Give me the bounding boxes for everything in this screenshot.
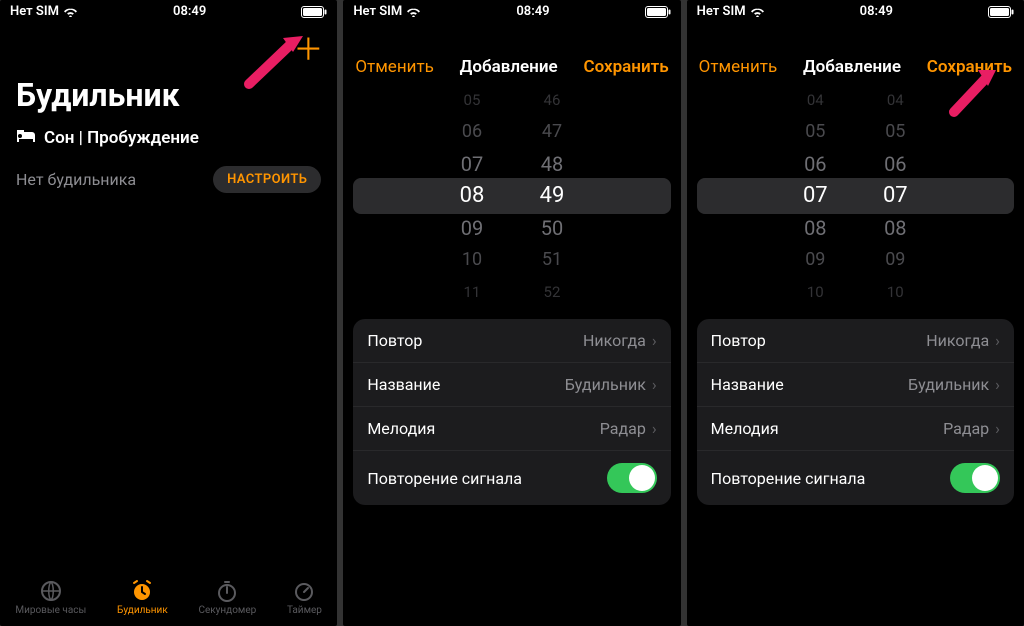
- modal-title: Добавление: [460, 57, 558, 77]
- status-bar: Нет SIM 08:49: [343, 0, 680, 21]
- battery-icon: [645, 6, 671, 18]
- carrier-label: Нет SIM: [697, 4, 746, 19]
- tab-alarm[interactable]: Будильник: [117, 579, 168, 616]
- battery-icon: [301, 6, 327, 18]
- alarm-settings-list: Повтор Никогда› Название Будильник› Мело…: [353, 319, 670, 505]
- snooze-row: Повторение сигнала: [697, 451, 1014, 505]
- page-title: Будильник: [0, 21, 337, 124]
- tab-stopwatch[interactable]: Секундомер: [198, 579, 256, 616]
- name-row[interactable]: Название Будильник›: [697, 363, 1014, 407]
- tab-bar: Мировые часы Будильник Секундомер Таймер: [0, 573, 337, 626]
- modal-title: Добавление: [803, 57, 901, 77]
- setup-button[interactable]: НАСТРОИТЬ: [213, 166, 321, 193]
- picker-selection-band: [353, 178, 670, 214]
- chevron-right-icon: ›: [995, 419, 1000, 438]
- wifi-icon: [406, 6, 421, 17]
- alarm-settings-list: Повтор Никогда› Название Будильник› Мело…: [697, 319, 1014, 505]
- carrier-label: Нет SIM: [353, 4, 402, 19]
- add-alarm-screen-b: Нет SIM 08:49 Отменить Добавление Сохран…: [687, 0, 1024, 626]
- battery-icon: [988, 6, 1014, 18]
- hour-wheel[interactable]: 04 05 06 07 08 09 10: [785, 101, 845, 291]
- status-bar: Нет SIM 08:49: [687, 0, 1024, 21]
- chevron-right-icon: ›: [652, 419, 657, 438]
- modal-nav: Отменить Добавление Сохранить: [343, 43, 680, 87]
- chevron-right-icon: ›: [995, 375, 1000, 394]
- minute-wheel[interactable]: 46 47 48 49 50 51 52: [522, 101, 582, 291]
- wifi-icon: [63, 6, 78, 17]
- sound-row[interactable]: Мелодия Радар›: [353, 407, 670, 451]
- no-alarm-label: Нет будильника: [16, 170, 136, 189]
- tab-world-clock[interactable]: Мировые часы: [15, 579, 86, 616]
- bed-icon: [16, 128, 36, 148]
- carrier-label: Нет SIM: [10, 4, 59, 19]
- time-picker[interactable]: 04 05 06 07 08 09 10 04 05 06 07 08 09 1…: [687, 101, 1024, 291]
- add-alarm-button[interactable]: ＋: [293, 36, 323, 66]
- repeat-row[interactable]: Повтор Никогда›: [353, 319, 670, 363]
- chevron-right-icon: ›: [652, 331, 657, 350]
- alarm-list-screen: Нет SIM 08:49 ＋ Будильник Сон | Пробужде…: [0, 0, 337, 626]
- tab-timer[interactable]: Таймер: [287, 579, 322, 616]
- name-row[interactable]: Название Будильник›: [353, 363, 670, 407]
- time-picker[interactable]: 05 06 07 08 09 10 11 46 47 48 49 50 51 5…: [343, 101, 680, 291]
- status-time: 08:49: [860, 4, 893, 19]
- cancel-button[interactable]: Отменить: [355, 57, 434, 77]
- snooze-row: Повторение сигнала: [353, 451, 670, 505]
- snooze-toggle[interactable]: [950, 463, 1000, 493]
- picker-selection-band: [697, 178, 1014, 214]
- sound-row[interactable]: Мелодия Радар›: [697, 407, 1014, 451]
- chevron-right-icon: ›: [652, 375, 657, 394]
- minute-wheel[interactable]: 04 05 06 07 08 09 10: [865, 101, 925, 291]
- snooze-toggle[interactable]: [607, 463, 657, 493]
- sleep-wake-header: Сон | Пробуждение: [0, 124, 337, 156]
- modal-nav: Отменить Добавление Сохранить: [687, 43, 1024, 87]
- status-bar: Нет SIM 08:49: [0, 0, 337, 21]
- chevron-right-icon: ›: [995, 331, 1000, 350]
- save-button[interactable]: Сохранить: [927, 57, 1012, 77]
- repeat-row[interactable]: Повтор Никогда›: [697, 319, 1014, 363]
- hour-wheel[interactable]: 05 06 07 08 09 10 11: [442, 101, 502, 291]
- wifi-icon: [750, 6, 765, 17]
- sleep-wake-label: Сон | Пробуждение: [44, 128, 199, 148]
- status-time: 08:49: [173, 4, 206, 19]
- cancel-button[interactable]: Отменить: [699, 57, 778, 77]
- no-alarm-row: Нет будильника НАСТРОИТЬ: [0, 156, 337, 203]
- status-time: 08:49: [516, 4, 549, 19]
- save-button[interactable]: Сохранить: [583, 57, 668, 77]
- add-alarm-screen-a: Нет SIM 08:49 Отменить Добавление Сохран…: [343, 0, 680, 626]
